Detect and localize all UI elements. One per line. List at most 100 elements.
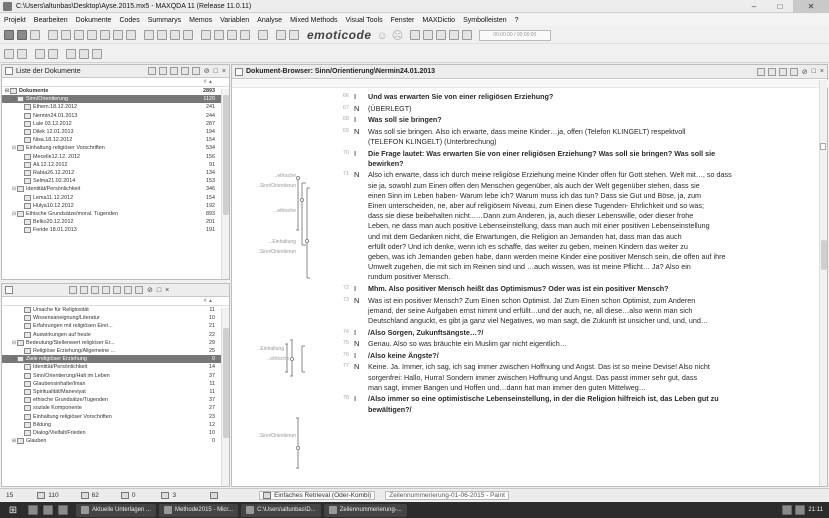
document-scrollbar[interactable] bbox=[221, 89, 229, 279]
layout-icon[interactable] bbox=[79, 48, 89, 59]
doc-row[interactable]: ⊟ Einhaltung religiöser Vorschriften 534 bbox=[2, 144, 229, 152]
text-line[interactable]: geben, was ich Jemanden geben habe, dann… bbox=[368, 252, 725, 262]
text-line[interactable]: /Also keine Ängste?/ bbox=[368, 351, 439, 361]
network-icon[interactable] bbox=[782, 505, 793, 515]
text-line[interactable]: bewältigen?/ bbox=[368, 405, 412, 415]
paragraph-number[interactable]: 70 bbox=[333, 150, 349, 156]
taskbar-button[interactable]: C:\Users\altunbas\D... bbox=[241, 503, 321, 517]
text-line[interactable]: Mhm. Also positiver Mensch heißt das Opt… bbox=[368, 284, 668, 294]
copy-icon[interactable] bbox=[61, 30, 71, 40]
window-doc-browser-icon[interactable] bbox=[170, 30, 180, 40]
text-line[interactable]: sorgenfrei: Hallo, Hurra! Sondern immer … bbox=[368, 373, 697, 383]
print-icon[interactable] bbox=[30, 30, 40, 40]
link-icon[interactable] bbox=[258, 30, 268, 40]
media-icon[interactable] bbox=[58, 505, 68, 515]
text-line[interactable]: Was soll sie bringen? bbox=[368, 115, 442, 125]
code-row[interactable]: Identität/Persönlichkeit 14 bbox=[2, 363, 229, 371]
doc-row[interactable]: Hülya10.12.2012 192 bbox=[2, 202, 229, 210]
maximize-button[interactable]: □ bbox=[767, 0, 793, 13]
menu-item[interactable]: Summarys bbox=[148, 17, 181, 24]
color-code-icon[interactable] bbox=[276, 30, 286, 40]
code-row[interactable]: Religiöse Erziehung/Allgemeine ... 25 bbox=[2, 347, 229, 355]
doc-row[interactable]: Feride 18.01.2013 191 bbox=[2, 226, 229, 234]
close-panel-icon[interactable]: × bbox=[820, 68, 824, 75]
paragraph-number[interactable]: 78 bbox=[333, 395, 349, 401]
doc-row[interactable]: Lale 03.12.2012 287 bbox=[2, 120, 229, 128]
document-browser-scrollbar[interactable] bbox=[819, 80, 827, 486]
text-line[interactable]: Deutschland anguckt, es gibt ja ganz vie… bbox=[368, 316, 708, 326]
save-icon[interactable] bbox=[17, 30, 27, 40]
menu-item[interactable]: Fenster bbox=[391, 17, 415, 24]
search-icon[interactable] bbox=[789, 67, 798, 76]
taskbar-button[interactable]: Zeilennummerierung-... bbox=[323, 503, 407, 517]
code-set-icon[interactable] bbox=[113, 286, 121, 294]
doc-row[interactable]: Mecelle12.12. 2012 156 bbox=[2, 153, 229, 161]
volume-icon[interactable] bbox=[795, 505, 806, 515]
code-row[interactable]: ⊟ Ziele religiöser Erziehung 0 bbox=[2, 355, 229, 364]
retrieval-mode[interactable]: Einfaches Retrieval (Oder-Kombi) bbox=[259, 490, 376, 500]
search-icon[interactable] bbox=[87, 30, 97, 40]
code-row[interactable]: Einhaltung religiöser Vorschriften 23 bbox=[2, 412, 229, 420]
paragraph-number[interactable]: 75 bbox=[333, 340, 349, 346]
menu-item[interactable]: MAXDictio bbox=[422, 17, 455, 24]
paragraph-number[interactable]: 76 bbox=[333, 352, 349, 358]
text-line[interactable]: (ÜBERLEGT) bbox=[368, 104, 412, 114]
text-line[interactable]: Umwelt zugehen, die mit sich im Reinen s… bbox=[368, 262, 691, 272]
code-icon[interactable] bbox=[100, 30, 110, 40]
code-row[interactable]: Glaubensinhalte/Iman 11 bbox=[2, 380, 229, 388]
text-line[interactable]: Einen unterscheiden, ne, aber auf religi… bbox=[368, 201, 704, 211]
code-row[interactable]: Auswirkungen auf heute 22 bbox=[2, 331, 229, 339]
lock-icon[interactable] bbox=[767, 67, 776, 76]
text-line[interactable]: Also ich erwarte, dass ich durch meine r… bbox=[368, 170, 732, 180]
maximize-panel-icon[interactable]: □ bbox=[812, 68, 816, 75]
paragraph-number[interactable]: 69 bbox=[333, 128, 349, 134]
documents-root[interactable]: ⊟ Dokumente 2893 bbox=[2, 87, 229, 95]
grid-icon[interactable] bbox=[66, 48, 76, 59]
menu-item[interactable]: Dokumente bbox=[76, 17, 112, 24]
memo-icon[interactable] bbox=[113, 30, 123, 40]
text-line[interactable]: Keine. Ja. Immer, ich sag, ich sag immer… bbox=[368, 362, 710, 372]
doc-row[interactable]: Rabia26.12.2012 134 bbox=[2, 169, 229, 177]
text-line[interactable]: einen Sinn im Leben haben- Warum lebe ic… bbox=[368, 191, 701, 201]
timer-icon[interactable] bbox=[409, 30, 420, 40]
code-row[interactable]: Ursache für Religiosität 11 bbox=[2, 306, 229, 314]
paste-icon[interactable] bbox=[74, 30, 84, 40]
code-row[interactable]: Erfahrungen mit religiösen Einri... 21 bbox=[2, 322, 229, 330]
text-line[interactable]: Und was erwarten Sie von einer religiöse… bbox=[368, 92, 553, 102]
text-line[interactable]: bewirken? bbox=[368, 159, 404, 169]
search-text-icon[interactable] bbox=[35, 48, 45, 59]
paragraph-number[interactable]: 66 bbox=[333, 93, 349, 99]
media-play-icon[interactable] bbox=[435, 30, 446, 40]
code-in-vivo-icon[interactable] bbox=[4, 48, 14, 59]
close-panel-icon[interactable]: × bbox=[165, 287, 169, 294]
emoticode-label[interactable]: emoticode bbox=[307, 28, 372, 42]
window-doc-system-icon[interactable] bbox=[144, 30, 154, 40]
cut-icon[interactable] bbox=[48, 30, 58, 40]
code-row[interactable]: Bildung 12 bbox=[2, 421, 229, 429]
close-panel-icon[interactable]: × bbox=[222, 68, 226, 75]
split-icon[interactable] bbox=[92, 48, 102, 59]
pin-icon[interactable]: ⊘ bbox=[802, 68, 808, 76]
doc-row[interactable]: ⊟ Ethische Grundsätze/moral. Tugenden 893 bbox=[2, 210, 229, 218]
paragraph-number[interactable]: 71 bbox=[333, 171, 349, 177]
text-line[interactable]: Was ist ein positiver Mensch? Zum Einen … bbox=[368, 296, 695, 306]
open-project-icon[interactable] bbox=[4, 30, 14, 40]
code-color-icon[interactable] bbox=[17, 48, 27, 59]
code-row[interactable]: soziale Komponente 27 bbox=[2, 404, 229, 412]
import-icon[interactable] bbox=[158, 67, 167, 75]
taskbar-button[interactable]: Methode2015 - Micr... bbox=[159, 503, 239, 517]
text-line[interactable]: Die Frage lautet: Was erwarten Sie von e… bbox=[368, 149, 715, 159]
variables-icon[interactable] bbox=[240, 30, 250, 40]
code-row[interactable]: ⊞ Glauben 0 bbox=[2, 437, 229, 445]
text-line[interactable]: jemand, der seine Aufgaben ernst nimmt u… bbox=[368, 306, 692, 316]
edit-icon[interactable] bbox=[235, 67, 243, 76]
text-line[interactable]: Leben, ne dass man auch positive Lebense… bbox=[368, 221, 710, 231]
clock[interactable]: 21:11 bbox=[808, 507, 823, 513]
search-icon[interactable] bbox=[135, 286, 143, 294]
code-row[interactable]: ⊟ Bedeutung/Stellenwert religiöser Er... 2… bbox=[2, 339, 229, 347]
text-line[interactable]: rundum positiver Mensch. bbox=[368, 272, 450, 282]
close-button[interactable]: ✕ bbox=[793, 0, 829, 13]
search-icon[interactable] bbox=[191, 67, 200, 75]
text-line[interactable]: /Also immer so eine optimistische Lebens… bbox=[368, 394, 719, 404]
menu-item[interactable]: Bearbeiten bbox=[34, 17, 68, 24]
